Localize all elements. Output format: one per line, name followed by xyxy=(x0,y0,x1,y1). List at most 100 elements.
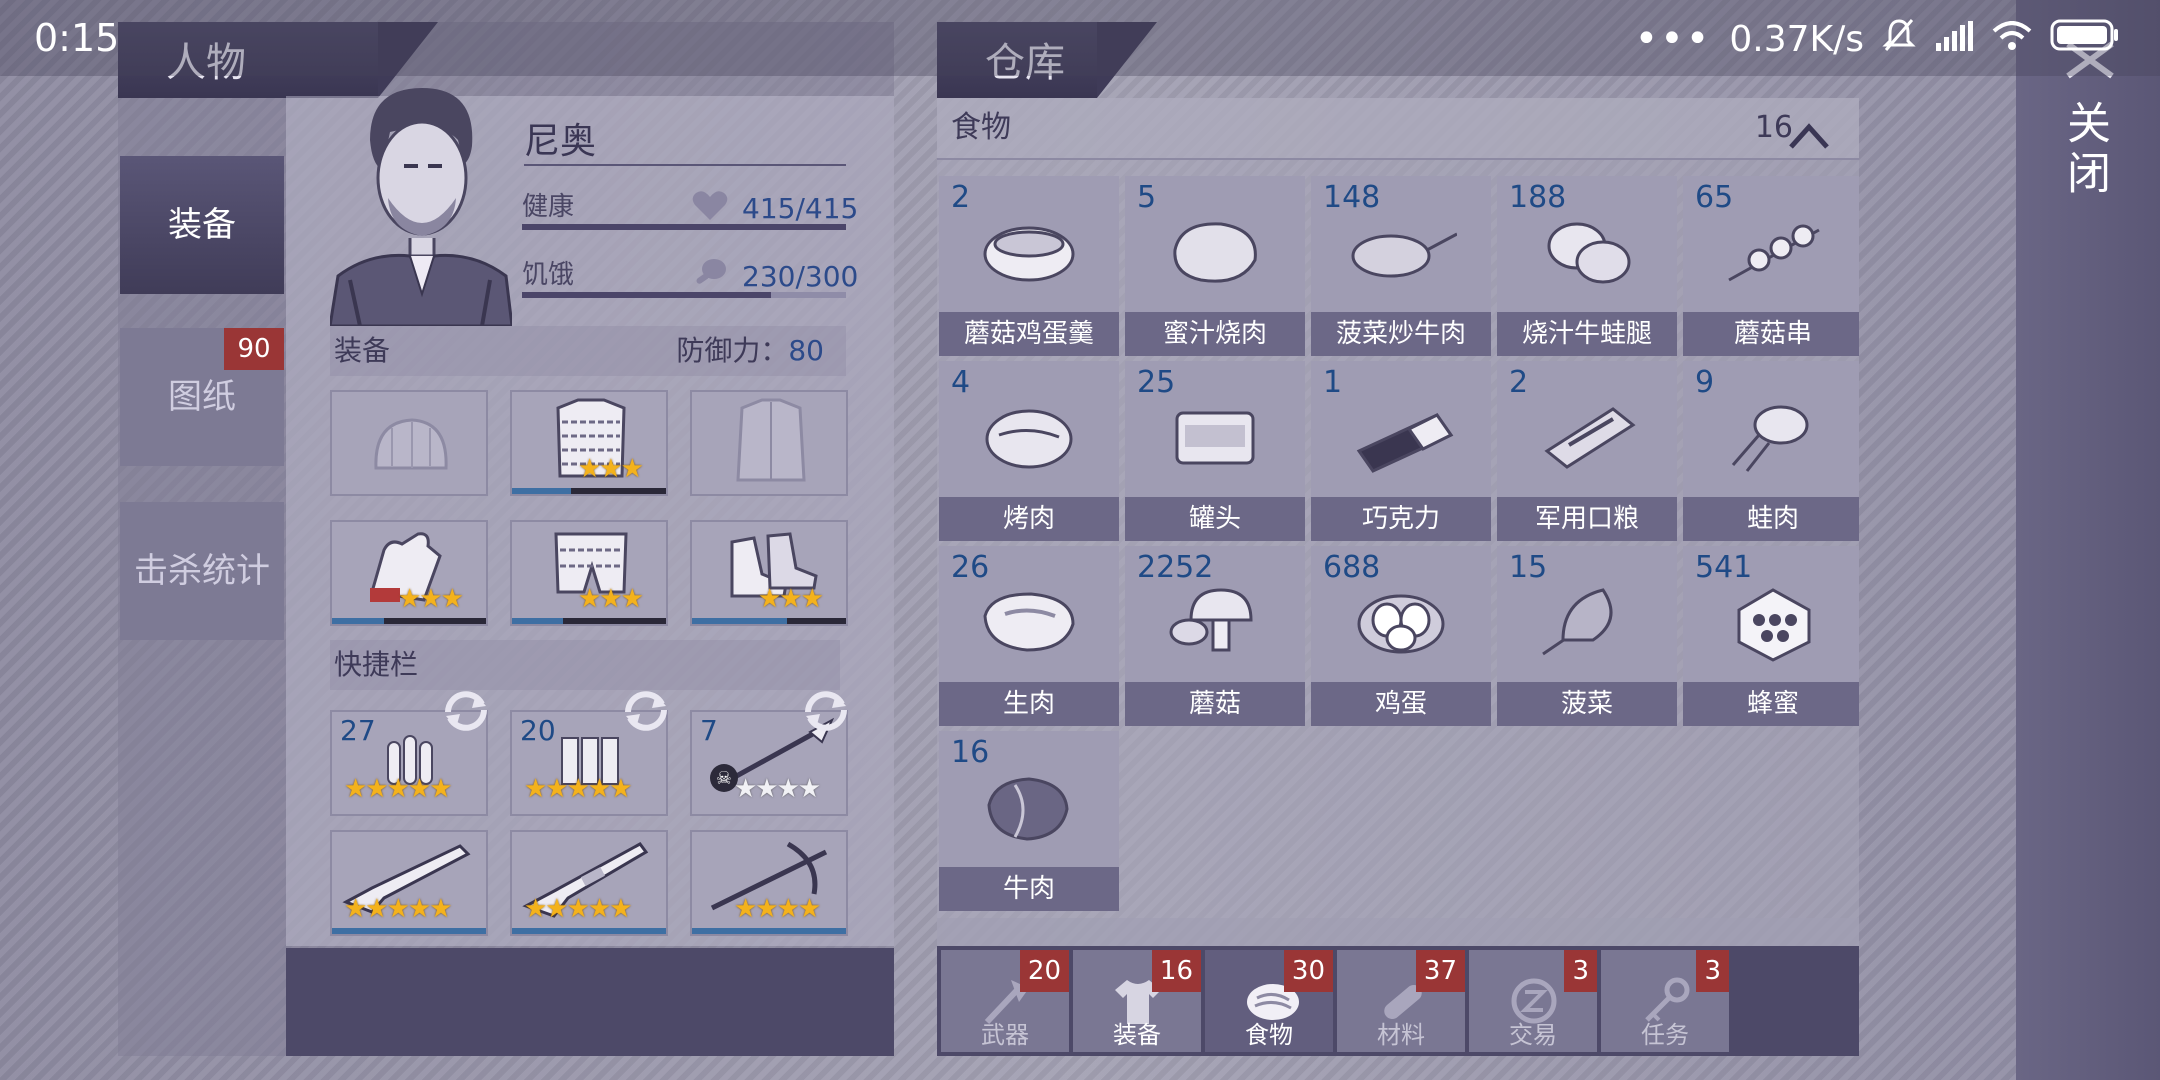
item-name: 蛙肉 xyxy=(1683,497,1859,541)
heart-icon xyxy=(692,190,728,226)
quickbar-count: 27 xyxy=(340,714,376,747)
quickbar-count: 20 xyxy=(520,714,556,747)
food-item[interactable]: 1 巧克力 xyxy=(1311,361,1491,541)
equip-slot-hat[interactable] xyxy=(330,390,488,496)
food-item[interactable]: 2252 蘑菇 xyxy=(1125,546,1305,726)
item-name: 鸡蛋 xyxy=(1311,682,1491,726)
food-item[interactable]: 65 蘑菇串 xyxy=(1683,176,1859,356)
item-name: 军用口粮 xyxy=(1497,497,1677,541)
warehouse-panel: 食物 16 2 蘑菇鸡蛋羹 5 蜜汁烧肉 148 菠菜炒牛肉 188 烧汁牛蛙腿 65 蘑菇串 4 烤… xyxy=(937,98,1859,956)
item-quantity: 1 xyxy=(1323,365,1343,400)
hunger-bar xyxy=(522,292,846,298)
swap-icon[interactable] xyxy=(618,686,674,740)
equip-slot-pants[interactable]: ★★★ xyxy=(510,520,668,626)
network-speed: 0.37K/s xyxy=(1729,18,1864,60)
side-tab-equipment[interactable]: 装备 xyxy=(120,156,284,294)
quickbar-slot-1[interactable]: 27 ★★★★★ xyxy=(330,691,488,816)
defense-stat: 防御力：80 xyxy=(676,326,824,376)
wifi-icon xyxy=(1992,19,2032,60)
chevron-up-icon[interactable] xyxy=(1787,112,1831,172)
quickbar-stars: ★★★★★ xyxy=(524,774,633,804)
quickbar-slot-6[interactable]: ★★★★ xyxy=(690,830,848,936)
tab-badge: 3 xyxy=(1696,950,1729,992)
more-dots: ••• xyxy=(1634,16,1712,62)
food-item[interactable]: 26 生肉 xyxy=(939,546,1119,726)
gloves-durability-bar xyxy=(332,618,486,624)
signal-icon xyxy=(1934,19,1974,60)
tab-materials[interactable]: 材料 37 xyxy=(1337,950,1465,1052)
food-item[interactable]: 188 烧汁牛蛙腿 xyxy=(1497,176,1677,356)
quickbar-durability-bar xyxy=(332,928,486,934)
drumstick-icon xyxy=(692,256,728,294)
item-quantity: 2 xyxy=(1509,365,1529,400)
item-name: 牛肉 xyxy=(939,867,1119,911)
item-quantity: 2 xyxy=(951,180,971,215)
item-name: 生肉 xyxy=(939,682,1119,726)
equip-slot-jacket[interactable] xyxy=(690,390,848,496)
item-name: 菠菜炒牛肉 xyxy=(1311,312,1491,356)
food-item[interactable]: 9 蛙肉 xyxy=(1683,361,1859,541)
equip-slot-gloves[interactable]: ★★★ xyxy=(330,520,488,626)
defense-label: 防御力： xyxy=(676,334,789,367)
health-label: 健康 xyxy=(522,192,575,222)
tab-weapons[interactable]: 武器 20 xyxy=(941,950,1069,1052)
quickbar-slot-3[interactable]: 7 ☠ ★★★★ xyxy=(690,691,848,816)
tab-badge: 37 xyxy=(1415,950,1465,992)
food-category-header[interactable]: 食物 16 xyxy=(937,98,1859,160)
quickbar-slot-2[interactable]: 20 ★★★★★ xyxy=(510,691,668,816)
side-tab-blueprints-label: 图纸 xyxy=(168,377,236,417)
quickbar-slot-4[interactable]: ★★★★★ xyxy=(330,830,488,936)
character-name: 尼奥 xyxy=(524,121,597,162)
tab-badge: 20 xyxy=(1019,950,1069,992)
food-item[interactable]: 4 烤肉 xyxy=(939,361,1119,541)
quickbar-stars: ★★★★★ xyxy=(344,774,453,804)
food-item[interactable]: 2 蘑菇鸡蛋羹 xyxy=(939,176,1119,356)
health-bar xyxy=(522,224,846,230)
hunger-value: 230/300 xyxy=(742,260,859,293)
status-icons: ••• 0.37K/s xyxy=(1635,16,2120,62)
pants-durability-bar xyxy=(512,618,666,624)
food-item[interactable]: 16 牛肉 xyxy=(939,731,1119,911)
tab-equipment[interactable]: 装备 16 xyxy=(1073,950,1201,1052)
tab-quests[interactable]: 任务 3 xyxy=(1601,950,1729,1052)
quickbar-count: 7 xyxy=(700,714,718,747)
food-item[interactable]: 688 鸡蛋 xyxy=(1311,546,1491,726)
hunger-bar-fill xyxy=(522,292,771,298)
item-name: 蘑菇 xyxy=(1125,682,1305,726)
close-button[interactable]: 关闭 xyxy=(2052,100,2116,200)
tab-badge: 3 xyxy=(1564,950,1597,992)
item-name: 烤肉 xyxy=(939,497,1119,541)
equip-slot-armor[interactable]: ★★★ xyxy=(510,390,668,496)
item-quantity: 5 xyxy=(1137,180,1157,215)
food-item[interactable]: 15 菠菜 xyxy=(1497,546,1677,726)
equipment-title: 装备 xyxy=(334,334,391,367)
tab-label: 武器 xyxy=(981,1021,1029,1049)
item-name: 蜜汁烧肉 xyxy=(1125,312,1305,356)
quickbar-stars: ★★★★★ xyxy=(524,894,633,924)
boots-durability-bar xyxy=(692,618,846,624)
food-item[interactable]: 2 军用口粮 xyxy=(1497,361,1677,541)
boots-stars: ★★★ xyxy=(758,584,824,614)
equip-slot-boots[interactable]: ★★★ xyxy=(690,520,848,626)
food-item[interactable]: 5 蜜汁烧肉 xyxy=(1125,176,1305,356)
swap-icon[interactable] xyxy=(798,686,854,740)
health-bar-fill xyxy=(522,224,846,230)
item-name: 罐头 xyxy=(1125,497,1305,541)
food-item[interactable]: 25 罐头 xyxy=(1125,361,1305,541)
tab-label: 装备 xyxy=(1113,1021,1161,1049)
category-title: 食物 xyxy=(951,110,1011,145)
tab-label: 任务 xyxy=(1641,1021,1689,1049)
swap-icon[interactable] xyxy=(438,686,494,740)
side-tab-kill-stats[interactable]: 击杀统计 xyxy=(120,502,284,640)
quickbar-slot-5[interactable]: ★★★★★ xyxy=(510,830,668,936)
food-item[interactable]: 148 菠菜炒牛肉 xyxy=(1311,176,1491,356)
tab-badge: 16 xyxy=(1151,950,1201,992)
tab-trade[interactable]: 交易 3 xyxy=(1469,950,1597,1052)
status-bar: 0:15 ••• 0.37K/s xyxy=(0,0,2160,76)
armor-stars: ★★★ xyxy=(578,454,644,484)
quickbar-title: 快捷栏 xyxy=(334,648,419,681)
tab-label: 食物 xyxy=(1245,1021,1293,1049)
tab-food[interactable]: 食物 30 xyxy=(1205,950,1333,1052)
food-item[interactable]: 541 蜂蜜 xyxy=(1683,546,1859,726)
svg-text:☠: ☠ xyxy=(716,768,732,789)
